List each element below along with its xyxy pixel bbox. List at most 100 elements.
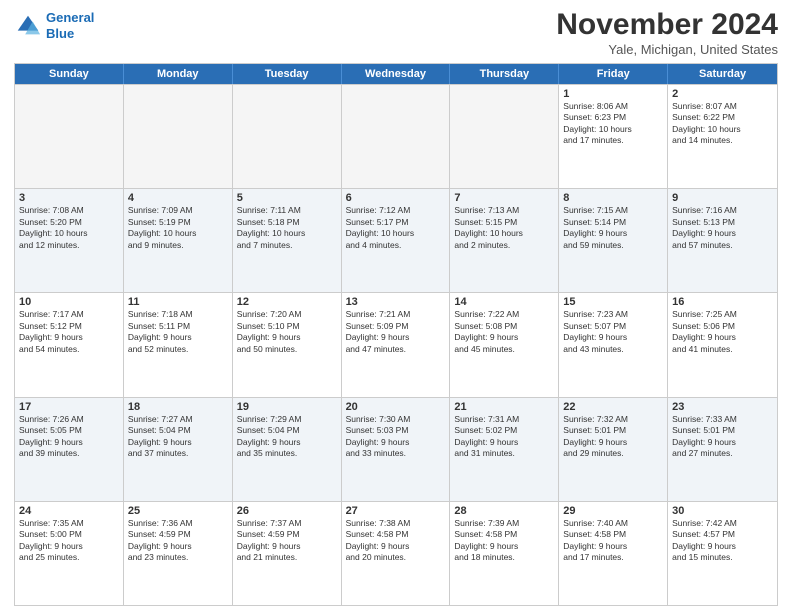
day-number-1-2: 5 xyxy=(237,192,337,204)
day-info-4-6: Sunrise: 7:42 AM Sunset: 4:57 PM Dayligh… xyxy=(672,518,773,564)
day-info-4-5: Sunrise: 7:40 AM Sunset: 4:58 PM Dayligh… xyxy=(563,518,663,564)
cal-cell-0-0 xyxy=(15,85,124,188)
cal-cell-2-4: 14Sunrise: 7:22 AM Sunset: 5:08 PM Dayli… xyxy=(450,293,559,396)
cal-cell-2-1: 11Sunrise: 7:18 AM Sunset: 5:11 PM Dayli… xyxy=(124,293,233,396)
header-right: November 2024 Yale, Michigan, United Sta… xyxy=(556,10,778,57)
cal-cell-1-3: 6Sunrise: 7:12 AM Sunset: 5:17 PM Daylig… xyxy=(342,189,451,292)
cal-cell-2-6: 16Sunrise: 7:25 AM Sunset: 5:06 PM Dayli… xyxy=(668,293,777,396)
calendar-header: Sunday Monday Tuesday Wednesday Thursday… xyxy=(15,64,777,84)
cal-cell-4-1: 25Sunrise: 7:36 AM Sunset: 4:59 PM Dayli… xyxy=(124,502,233,605)
cal-cell-4-0: 24Sunrise: 7:35 AM Sunset: 5:00 PM Dayli… xyxy=(15,502,124,605)
day-number-4-3: 27 xyxy=(346,505,446,517)
day-info-1-2: Sunrise: 7:11 AM Sunset: 5:18 PM Dayligh… xyxy=(237,205,337,251)
cal-cell-4-5: 29Sunrise: 7:40 AM Sunset: 4:58 PM Dayli… xyxy=(559,502,668,605)
header-saturday: Saturday xyxy=(668,64,777,84)
day-number-4-5: 29 xyxy=(563,505,663,517)
cal-cell-3-6: 23Sunrise: 7:33 AM Sunset: 5:01 PM Dayli… xyxy=(668,398,777,501)
cal-cell-0-5: 1Sunrise: 8:06 AM Sunset: 6:23 PM Daylig… xyxy=(559,85,668,188)
day-info-4-0: Sunrise: 7:35 AM Sunset: 5:00 PM Dayligh… xyxy=(19,518,119,564)
day-info-4-1: Sunrise: 7:36 AM Sunset: 4:59 PM Dayligh… xyxy=(128,518,228,564)
day-info-3-4: Sunrise: 7:31 AM Sunset: 5:02 PM Dayligh… xyxy=(454,414,554,460)
cal-cell-0-6: 2Sunrise: 8:07 AM Sunset: 6:22 PM Daylig… xyxy=(668,85,777,188)
page: General Blue November 2024 Yale, Michiga… xyxy=(0,0,792,612)
day-info-3-6: Sunrise: 7:33 AM Sunset: 5:01 PM Dayligh… xyxy=(672,414,773,460)
day-info-2-0: Sunrise: 7:17 AM Sunset: 5:12 PM Dayligh… xyxy=(19,309,119,355)
day-number-3-2: 19 xyxy=(237,401,337,413)
day-number-2-4: 14 xyxy=(454,296,554,308)
calendar: Sunday Monday Tuesday Wednesday Thursday… xyxy=(14,63,778,606)
day-info-4-4: Sunrise: 7:39 AM Sunset: 4:58 PM Dayligh… xyxy=(454,518,554,564)
cal-cell-1-1: 4Sunrise: 7:09 AM Sunset: 5:19 PM Daylig… xyxy=(124,189,233,292)
cal-cell-4-3: 27Sunrise: 7:38 AM Sunset: 4:58 PM Dayli… xyxy=(342,502,451,605)
day-number-3-0: 17 xyxy=(19,401,119,413)
logo-blue-text: Blue xyxy=(46,26,74,41)
header-sunday: Sunday xyxy=(15,64,124,84)
day-number-2-1: 11 xyxy=(128,296,228,308)
cal-cell-2-3: 13Sunrise: 7:21 AM Sunset: 5:09 PM Dayli… xyxy=(342,293,451,396)
cal-cell-0-4 xyxy=(450,85,559,188)
day-info-3-5: Sunrise: 7:32 AM Sunset: 5:01 PM Dayligh… xyxy=(563,414,663,460)
day-info-2-4: Sunrise: 7:22 AM Sunset: 5:08 PM Dayligh… xyxy=(454,309,554,355)
header-wednesday: Wednesday xyxy=(342,64,451,84)
calendar-row-4: 24Sunrise: 7:35 AM Sunset: 5:00 PM Dayli… xyxy=(15,501,777,605)
day-info-3-1: Sunrise: 7:27 AM Sunset: 5:04 PM Dayligh… xyxy=(128,414,228,460)
calendar-body: 1Sunrise: 8:06 AM Sunset: 6:23 PM Daylig… xyxy=(15,84,777,605)
logo-general: General xyxy=(46,10,94,25)
day-number-3-6: 23 xyxy=(672,401,773,413)
cal-cell-3-0: 17Sunrise: 7:26 AM Sunset: 5:05 PM Dayli… xyxy=(15,398,124,501)
calendar-row-3: 17Sunrise: 7:26 AM Sunset: 5:05 PM Dayli… xyxy=(15,397,777,501)
day-info-1-4: Sunrise: 7:13 AM Sunset: 5:15 PM Dayligh… xyxy=(454,205,554,251)
header-monday: Monday xyxy=(124,64,233,84)
logo-icon xyxy=(14,12,42,40)
day-number-0-6: 2 xyxy=(672,88,773,100)
logo-text: General Blue xyxy=(46,10,94,41)
day-number-4-4: 28 xyxy=(454,505,554,517)
day-info-4-2: Sunrise: 7:37 AM Sunset: 4:59 PM Dayligh… xyxy=(237,518,337,564)
day-info-1-0: Sunrise: 7:08 AM Sunset: 5:20 PM Dayligh… xyxy=(19,205,119,251)
calendar-row-2: 10Sunrise: 7:17 AM Sunset: 5:12 PM Dayli… xyxy=(15,292,777,396)
cal-cell-2-5: 15Sunrise: 7:23 AM Sunset: 5:07 PM Dayli… xyxy=(559,293,668,396)
day-number-1-1: 4 xyxy=(128,192,228,204)
month-title: November 2024 xyxy=(556,10,778,40)
cal-cell-0-1 xyxy=(124,85,233,188)
day-number-4-0: 24 xyxy=(19,505,119,517)
day-info-1-3: Sunrise: 7:12 AM Sunset: 5:17 PM Dayligh… xyxy=(346,205,446,251)
day-info-2-6: Sunrise: 7:25 AM Sunset: 5:06 PM Dayligh… xyxy=(672,309,773,355)
day-info-2-2: Sunrise: 7:20 AM Sunset: 5:10 PM Dayligh… xyxy=(237,309,337,355)
cal-cell-4-6: 30Sunrise: 7:42 AM Sunset: 4:57 PM Dayli… xyxy=(668,502,777,605)
day-info-3-2: Sunrise: 7:29 AM Sunset: 5:04 PM Dayligh… xyxy=(237,414,337,460)
day-info-0-5: Sunrise: 8:06 AM Sunset: 6:23 PM Dayligh… xyxy=(563,101,663,147)
day-info-2-3: Sunrise: 7:21 AM Sunset: 5:09 PM Dayligh… xyxy=(346,309,446,355)
day-number-4-1: 25 xyxy=(128,505,228,517)
day-number-3-3: 20 xyxy=(346,401,446,413)
day-info-2-1: Sunrise: 7:18 AM Sunset: 5:11 PM Dayligh… xyxy=(128,309,228,355)
cal-cell-1-6: 9Sunrise: 7:16 AM Sunset: 5:13 PM Daylig… xyxy=(668,189,777,292)
cal-cell-3-2: 19Sunrise: 7:29 AM Sunset: 5:04 PM Dayli… xyxy=(233,398,342,501)
day-number-2-6: 16 xyxy=(672,296,773,308)
day-number-2-0: 10 xyxy=(19,296,119,308)
day-number-1-6: 9 xyxy=(672,192,773,204)
cal-cell-2-2: 12Sunrise: 7:20 AM Sunset: 5:10 PM Dayli… xyxy=(233,293,342,396)
cal-cell-3-4: 21Sunrise: 7:31 AM Sunset: 5:02 PM Dayli… xyxy=(450,398,559,501)
day-info-3-3: Sunrise: 7:30 AM Sunset: 5:03 PM Dayligh… xyxy=(346,414,446,460)
day-number-1-4: 7 xyxy=(454,192,554,204)
logo: General Blue xyxy=(14,10,94,41)
day-info-1-6: Sunrise: 7:16 AM Sunset: 5:13 PM Dayligh… xyxy=(672,205,773,251)
day-info-1-1: Sunrise: 7:09 AM Sunset: 5:19 PM Dayligh… xyxy=(128,205,228,251)
day-number-4-6: 30 xyxy=(672,505,773,517)
top-section: General Blue November 2024 Yale, Michiga… xyxy=(14,10,778,57)
day-number-2-3: 13 xyxy=(346,296,446,308)
cal-cell-1-4: 7Sunrise: 7:13 AM Sunset: 5:15 PM Daylig… xyxy=(450,189,559,292)
cal-cell-4-4: 28Sunrise: 7:39 AM Sunset: 4:58 PM Dayli… xyxy=(450,502,559,605)
day-number-1-3: 6 xyxy=(346,192,446,204)
cal-cell-1-2: 5Sunrise: 7:11 AM Sunset: 5:18 PM Daylig… xyxy=(233,189,342,292)
cal-cell-3-1: 18Sunrise: 7:27 AM Sunset: 5:04 PM Dayli… xyxy=(124,398,233,501)
header-tuesday: Tuesday xyxy=(233,64,342,84)
day-info-2-5: Sunrise: 7:23 AM Sunset: 5:07 PM Dayligh… xyxy=(563,309,663,355)
cal-cell-4-2: 26Sunrise: 7:37 AM Sunset: 4:59 PM Dayli… xyxy=(233,502,342,605)
cal-cell-3-3: 20Sunrise: 7:30 AM Sunset: 5:03 PM Dayli… xyxy=(342,398,451,501)
day-number-3-5: 22 xyxy=(563,401,663,413)
calendar-row-0: 1Sunrise: 8:06 AM Sunset: 6:23 PM Daylig… xyxy=(15,84,777,188)
day-number-4-2: 26 xyxy=(237,505,337,517)
day-number-0-5: 1 xyxy=(563,88,663,100)
